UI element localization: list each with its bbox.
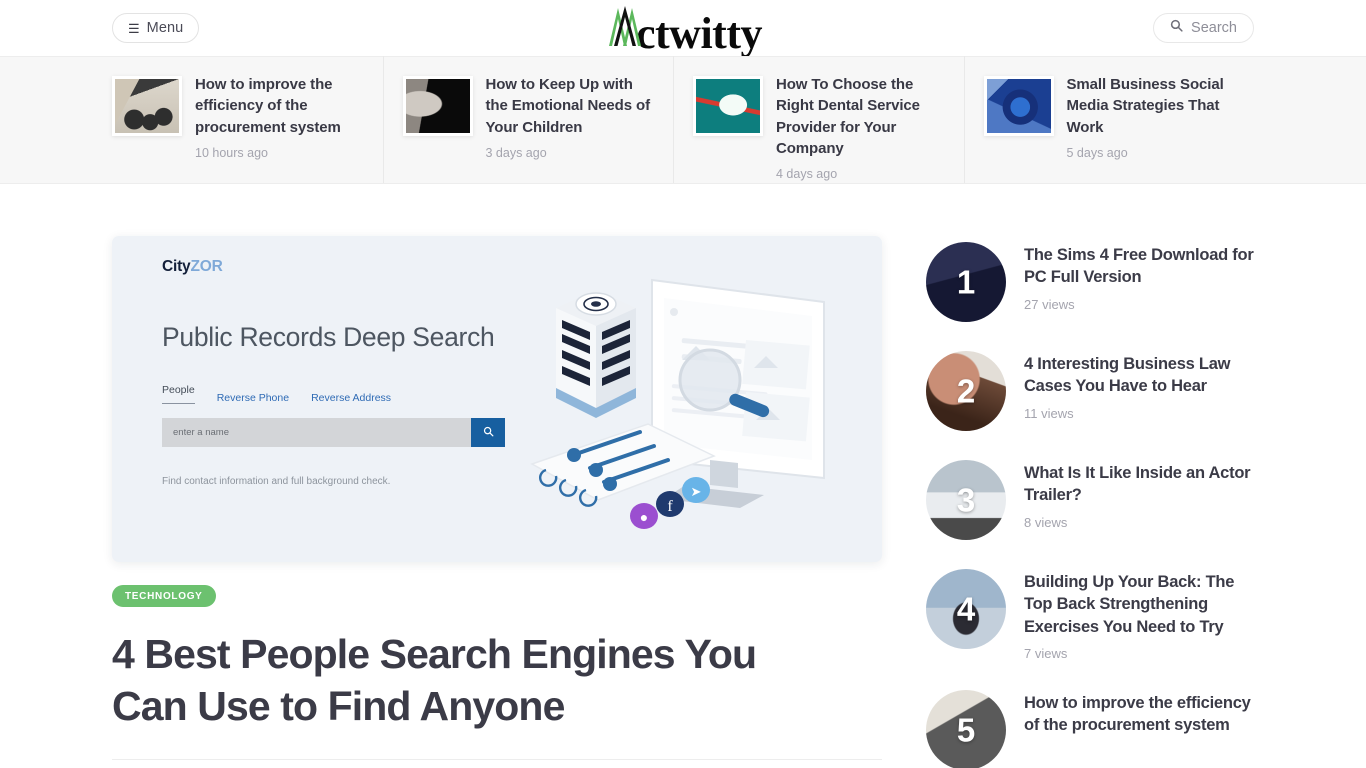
- popular-post-item[interactable]: 3 What Is It Like Inside an Actor Traile…: [926, 460, 1254, 540]
- search-icon: [483, 425, 494, 440]
- page-content: CityZOR Public Records Deep Search Peopl…: [0, 184, 1366, 768]
- site-logo-link[interactable]: ctwitty: [604, 2, 763, 58]
- svg-text:➤: ➤: [691, 484, 702, 499]
- popular-post-title[interactable]: Building Up Your Back: The Top Back Stre…: [1024, 571, 1254, 638]
- popular-post-views: 8 views: [1024, 514, 1068, 530]
- cityzor-note: Find contact information and full backgr…: [162, 476, 391, 487]
- popular-post-views: 11 views: [1024, 405, 1074, 421]
- search-button-label: Search: [1191, 20, 1237, 36]
- popular-post-thumbnail: 1: [926, 242, 1006, 322]
- search-button[interactable]: Search: [1153, 13, 1254, 43]
- svg-text:f: f: [667, 498, 673, 515]
- ticker-item[interactable]: How To Choose the Right Dental Service P…: [673, 56, 964, 184]
- cityzor-tabs: People Reverse Phone Reverse Address: [162, 384, 391, 404]
- search-icon: [1170, 19, 1183, 37]
- search-illustration-icon: ● f ➤: [524, 264, 854, 534]
- hamburger-icon: ☰: [128, 20, 140, 36]
- popular-post-item[interactable]: 1 The Sims 4 Free Download for PC Full V…: [926, 242, 1254, 322]
- ticker-title[interactable]: Small Business Social Media Strategies T…: [1067, 74, 1239, 138]
- sidebar-popular-posts: 1 The Sims 4 Free Download for PC Full V…: [926, 236, 1254, 768]
- ticker-timestamp: 5 days ago: [1066, 145, 1128, 160]
- featured-image[interactable]: CityZOR Public Records Deep Search Peopl…: [112, 236, 882, 562]
- cityzor-logo: CityZOR: [162, 258, 223, 276]
- site-header: ☰ Menu ctwitty Search: [0, 0, 1366, 58]
- cityzor-name-input[interactable]: [162, 418, 471, 447]
- site-logo-text: ctwitty: [636, 9, 763, 58]
- tab-reverse-phone[interactable]: Reverse Phone: [217, 392, 289, 404]
- popular-post-title[interactable]: What Is It Like Inside an Actor Trailer?: [1024, 462, 1254, 507]
- ticker-timestamp: 3 days ago: [485, 145, 547, 160]
- cityzor-search-submit[interactable]: [471, 418, 505, 447]
- ticker-title[interactable]: How To Choose the Right Dental Service P…: [776, 74, 948, 159]
- news-ticker: How to improve the efficiency of the pro…: [0, 56, 1366, 184]
- ticker-title[interactable]: How to Keep Up with the Emotional Needs …: [486, 74, 658, 138]
- popular-post-title[interactable]: The Sims 4 Free Download for PC Full Ver…: [1024, 244, 1254, 289]
- popular-post-thumbnail: 2: [926, 351, 1006, 431]
- popular-post-rank: 4: [956, 590, 976, 628]
- cityzor-logo-first: City: [162, 258, 191, 275]
- ticker-thumbnail: [402, 76, 473, 136]
- popular-post-item[interactable]: 4 Building Up Your Back: The Top Back St…: [926, 569, 1254, 661]
- popular-post-title[interactable]: How to improve the efficiency of the pro…: [1024, 692, 1254, 737]
- popular-post-title[interactable]: 4 Interesting Business Law Cases You Hav…: [1024, 353, 1254, 398]
- cityzor-search-form: [162, 418, 505, 447]
- ticker-thumbnail: [983, 76, 1054, 136]
- popular-post-rank: 5: [956, 711, 976, 749]
- menu-button-label: Menu: [146, 20, 184, 36]
- popular-post-thumbnail: 4: [926, 569, 1006, 649]
- popular-post-rank: 3: [956, 481, 976, 519]
- ticker-thumbnail: [693, 76, 763, 136]
- tab-people[interactable]: People: [162, 384, 195, 404]
- tab-reverse-address[interactable]: Reverse Address: [311, 392, 391, 404]
- popular-post-item[interactable]: 2 4 Interesting Business Law Cases You H…: [926, 351, 1254, 431]
- popular-post-views: 27 views: [1024, 296, 1075, 312]
- popular-post-thumbnail: 5: [926, 689, 1006, 768]
- article-meta: by posted on: [112, 758, 882, 768]
- article-title[interactable]: 4 Best People Search Engines You Can Use…: [112, 628, 832, 733]
- popular-post-item[interactable]: 5 How to improve the efficiency of the p…: [926, 689, 1254, 768]
- category-badge[interactable]: TECHNOLOGY: [112, 585, 216, 607]
- svg-text:●: ●: [640, 511, 648, 526]
- ticker-timestamp: 4 days ago: [776, 167, 838, 182]
- menu-button[interactable]: ☰ Menu: [112, 13, 200, 43]
- cityzor-headline: Public Records Deep Search: [162, 322, 495, 352]
- cityzor-logo-second: ZOR: [190, 258, 223, 275]
- ticker-title[interactable]: How to improve the efficiency of the pro…: [195, 74, 367, 138]
- ticker-timestamp: 10 hours ago: [195, 145, 268, 160]
- popular-post-thumbnail: 3: [926, 460, 1006, 540]
- ticker-item[interactable]: How to Keep Up with the Emotional Needs …: [382, 56, 674, 184]
- popular-post-rank: 1: [956, 263, 976, 301]
- ticker-item[interactable]: How to improve the efficiency of the pro…: [112, 72, 383, 168]
- popular-post-rank: 2: [956, 372, 976, 410]
- popular-post-views: 7 views: [1024, 645, 1068, 661]
- logo-mark-icon: [604, 2, 650, 48]
- main-column: CityZOR Public Records Deep Search Peopl…: [112, 236, 882, 768]
- ticker-thumbnail: [112, 76, 182, 136]
- ticker-item[interactable]: Small Business Social Media Strategies T…: [963, 56, 1255, 184]
